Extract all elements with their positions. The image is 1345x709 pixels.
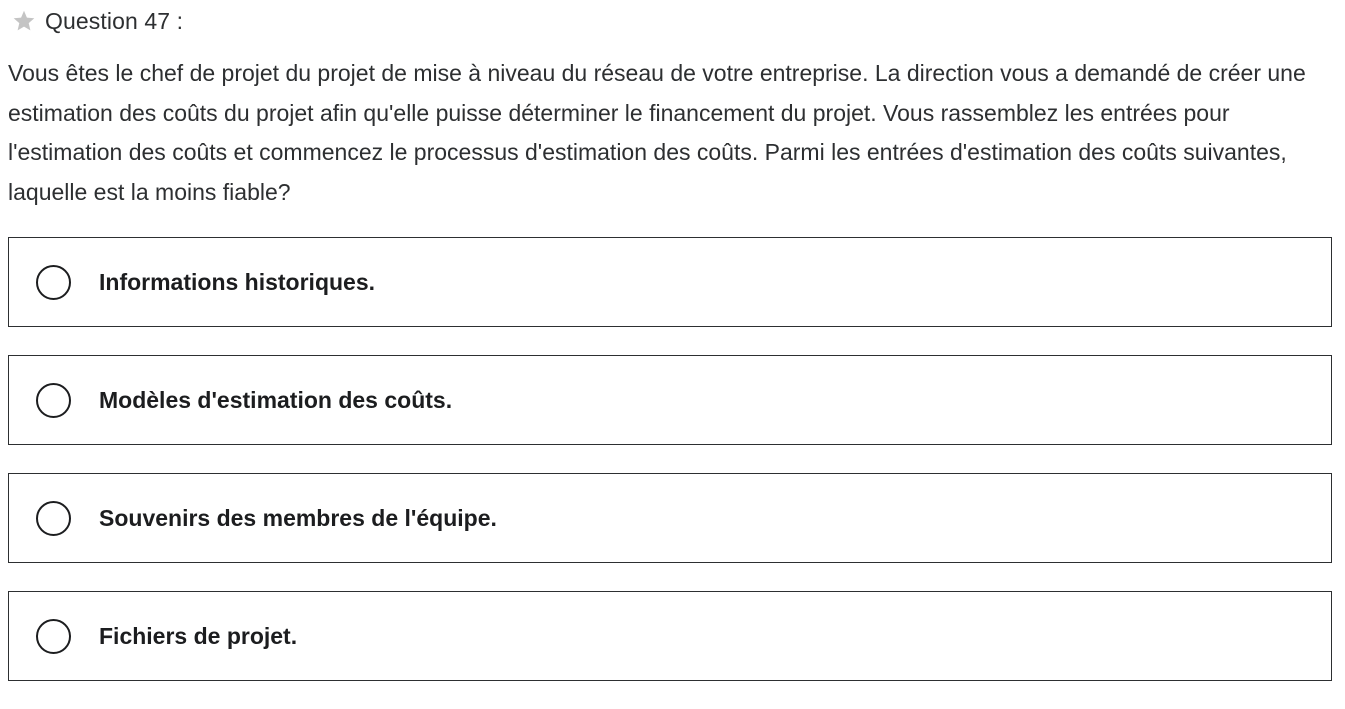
answer-option-3[interactable]: Souvenirs des membres de l'équipe. [8, 473, 1332, 563]
radio-button[interactable] [36, 264, 71, 300]
answer-label: Modèles d'estimation des coûts. [99, 386, 453, 413]
answer-option-2[interactable]: Modèles d'estimation des coûts. [8, 355, 1332, 445]
radio-button[interactable] [36, 382, 71, 418]
question-number: Question 47 : [45, 7, 184, 34]
radio-button[interactable] [36, 618, 71, 654]
answer-options: Informations historiques. Modèles d'esti… [8, 237, 1332, 709]
question-header: Question 47 : [11, 6, 183, 36]
answer-option-4[interactable]: Fichiers de projet. [8, 591, 1332, 681]
answer-option-1[interactable]: Informations historiques. [8, 237, 1332, 327]
answer-label: Fichiers de projet. [99, 622, 298, 649]
radio-button[interactable] [36, 500, 71, 536]
question-prompt: Vous êtes le chef de projet du projet de… [8, 60, 1306, 205]
answer-label: Souvenirs des membres de l'équipe. [99, 504, 497, 531]
answer-label: Informations historiques. [99, 268, 376, 295]
star-icon[interactable] [11, 8, 37, 34]
